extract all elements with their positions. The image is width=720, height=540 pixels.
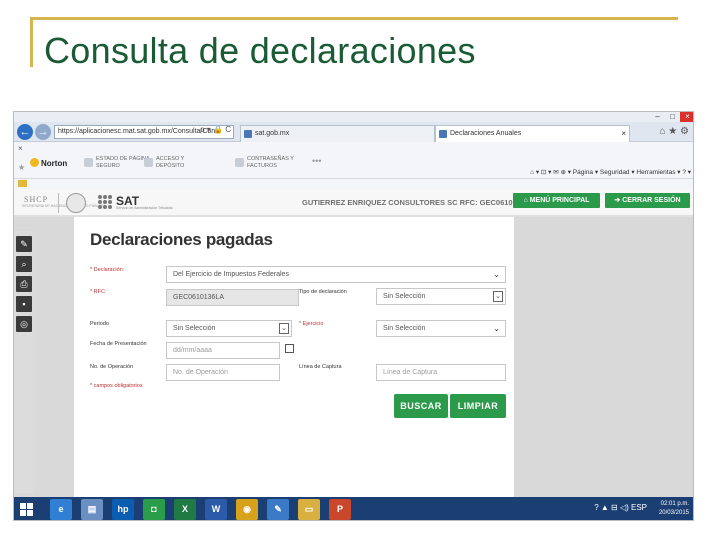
sat-subtitle: Servicio de Administración Tributaria — [116, 206, 173, 210]
close-tab-icon[interactable]: × — [621, 126, 626, 141]
clock-time: 02:01 p.m. — [660, 501, 689, 507]
edit-icon[interactable]: ✎ — [16, 236, 32, 252]
folder-icon[interactable] — [18, 180, 27, 187]
ejercicio-select[interactable]: Sin Selección ⌄ — [376, 320, 506, 337]
windows-start-icon[interactable] — [20, 503, 33, 516]
form-panel: Declaraciones pagadas * Declaración: Del… — [74, 217, 514, 497]
operacion-input[interactable]: No. de Operación — [166, 364, 280, 381]
clock[interactable]: 02:01 p.m. 20/03/2015 — [659, 500, 689, 518]
close-toolbar-icon[interactable]: × — [18, 144, 23, 153]
forward-button[interactable]: → — [35, 124, 51, 140]
rfc-field: GEC0610136LA — [166, 289, 299, 306]
page-status-icon — [84, 158, 93, 167]
ie-command-bar[interactable]: ⌂ ▾ ⊡ ▾ ✉ ⊕ ▾ Página ▾ Seguridad ▾ Herra… — [530, 168, 691, 176]
divider — [58, 193, 59, 213]
slide: Consulta de declaraciones – □ × ← → http… — [0, 0, 720, 540]
tab-sat[interactable]: sat.gob.mx — [240, 125, 435, 142]
address-icons[interactable]: ρ ▾ 🔒 C — [200, 125, 231, 134]
search-icon[interactable]: ⌕ — [16, 256, 32, 272]
toolbar-item-access[interactable]: ACCESO Y DEPÓSITO — [156, 156, 184, 170]
rfc-label: * RFC: — [90, 289, 107, 295]
sat-header: SHCP SECRETARÍA DE HACIENDA Y CRÉDITO PÚ… — [14, 189, 693, 217]
captura-input[interactable]: Línea de Captura — [376, 364, 506, 381]
tab-label: Declaraciones Anuales — [450, 130, 522, 137]
screenshot: – □ × ← → https://aplicacionesc.mat.sat.… — [13, 111, 694, 521]
slide-left-rule — [30, 17, 33, 67]
chevron-down-icon: ⌄ — [493, 270, 500, 279]
required-note: * campos obligatorios — [90, 383, 143, 389]
clock-date: 20/03/2015 — [658, 510, 689, 516]
window-title-bar: – □ × — [14, 112, 693, 122]
ejercicio-label: * Ejercicio — [299, 321, 324, 327]
toolbar-item-passwords[interactable]: CONTRASEÑAS Y FACTUROS — [247, 156, 294, 170]
periodo-label: Periodo — [90, 321, 109, 327]
chevron-down-icon: ⌄ — [279, 323, 289, 334]
passwords-icon — [235, 158, 244, 167]
hp-icon[interactable]: hp — [112, 499, 134, 520]
tipo-value: Sin Selección — [383, 293, 426, 300]
captura-label: Línea de Captura — [299, 364, 342, 370]
slide-title: Consulta de declaraciones — [44, 30, 476, 71]
files-icon[interactable]: ▭ — [298, 499, 320, 520]
norton-check-icon — [30, 158, 39, 167]
user-rfc: GUTIERREZ ENRIQUEZ CONSULTORES SC RFC: G… — [302, 198, 536, 207]
close-window-button[interactable]: × — [680, 112, 693, 122]
access-icon — [144, 158, 153, 167]
left-rail: ✎ ⌕ ⎙ ▪ ◎ — [14, 231, 34, 493]
excel-icon[interactable]: X — [174, 499, 196, 520]
chrome-icon[interactable]: ◉ — [236, 499, 258, 520]
chevron-down-icon: ⌄ — [493, 291, 503, 302]
national-seal-icon — [66, 193, 86, 213]
periodo-value: Sin Selección — [173, 325, 216, 332]
slide-top-rule — [30, 17, 678, 20]
remote-icon[interactable]: ▤ — [81, 499, 103, 520]
tab-favicon-icon — [244, 130, 252, 138]
tipo-label: Tipo de declaración — [299, 289, 347, 295]
buscar-button[interactable]: BUSCAR — [394, 394, 448, 418]
print-icon[interactable]: ⎙ — [16, 276, 32, 292]
browser-tool-icons[interactable]: ⌂ ★ ⚙ — [659, 126, 689, 137]
page-title: Declaraciones pagadas — [90, 230, 273, 249]
paint-icon[interactable]: ✎ — [267, 499, 289, 520]
norton-button[interactable]: Norton — [30, 158, 67, 168]
calendar-icon[interactable] — [285, 344, 294, 353]
shcp-logo: SHCP — [24, 195, 49, 204]
main-menu-button[interactable]: ⌂ MENÚ PRINCIPAL — [513, 193, 600, 208]
periodo-select[interactable]: Sin Selección ⌄ — [166, 320, 292, 337]
ejercicio-value: Sin Selección — [383, 325, 426, 332]
ie-icon[interactable]: e — [50, 499, 72, 520]
more-icon[interactable]: ••• — [312, 157, 321, 166]
toolbar-item-page-status[interactable]: ESTADO DE PÁGINA SEGURO — [96, 156, 150, 170]
maximize-button[interactable]: □ — [665, 112, 680, 122]
favorites-star-icon[interactable]: ★ — [18, 163, 25, 172]
back-button[interactable]: ← — [17, 124, 33, 140]
shcp-subtitle: SECRETARÍA DE HACIENDA Y CRÉDITO PÚBLICO — [22, 204, 105, 208]
declaracion-value: Del Ejercicio de Impuestos Federales — [173, 271, 289, 278]
logout-button[interactable]: ➔ CERRAR SESIÓN — [605, 193, 690, 208]
norton-label: Norton — [41, 159, 68, 168]
target-icon[interactable]: ◎ — [16, 316, 32, 332]
fecha-label: Fecha de Presentación — [90, 341, 147, 347]
browser-address-row: ← → https://aplicacionesc.mat.sat.gob.mx… — [14, 122, 693, 142]
declaracion-label: * Declaración: — [90, 267, 125, 273]
system-tray[interactable]: ? ▲ ⊟ ◁) ESP — [594, 503, 647, 512]
word-icon[interactable]: W — [205, 499, 227, 520]
declaracion-select[interactable]: Del Ejercicio de Impuestos Federales ⌄ — [166, 266, 506, 283]
taskbar: e ▤ hp ◘ X W ◉ ✎ ▭ P ? ▲ ⊟ ◁) ESP 02:01 p.m. 20/0… — [14, 497, 693, 520]
norton-toolbar: × ★ Norton ESTADO DE PÁGINA SEGURO ACCESO… — [14, 142, 693, 179]
minimize-button[interactable]: – — [650, 112, 665, 122]
favorites-bar — [14, 179, 693, 189]
powerpoint-icon[interactable]: P — [329, 499, 351, 520]
tab-label: sat.gob.mx — [255, 130, 290, 137]
tipo-select[interactable]: Sin Selección ⌄ — [376, 288, 506, 305]
tab-declaraciones[interactable]: Declaraciones Anuales × — [435, 125, 630, 142]
chevron-down-icon: ⌄ — [493, 324, 500, 333]
fecha-input[interactable]: dd/mm/aaaa — [166, 342, 280, 359]
tab-favicon-icon — [439, 130, 447, 138]
sat-logo-icon — [98, 195, 112, 209]
store-icon[interactable]: ◘ — [143, 499, 165, 520]
limpiar-button[interactable]: LIMPIAR — [450, 394, 506, 418]
operacion-label: No. de Operación — [90, 364, 134, 370]
save-icon[interactable]: ▪ — [16, 296, 32, 312]
